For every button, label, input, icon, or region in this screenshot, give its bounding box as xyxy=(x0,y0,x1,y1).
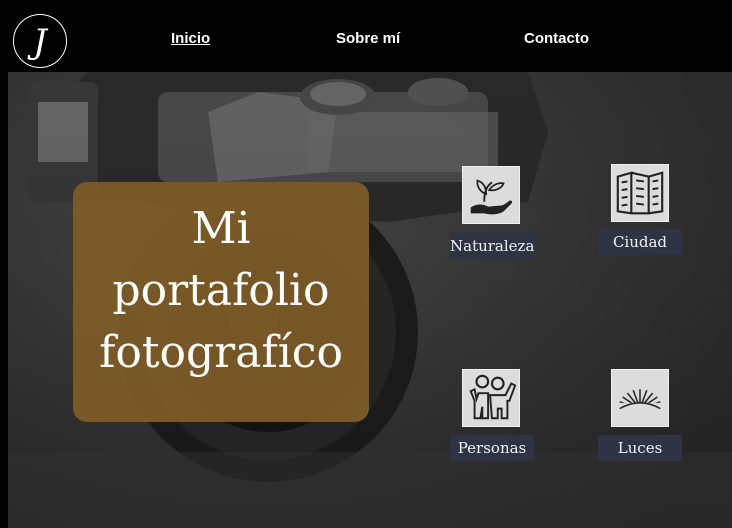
category-label-luces[interactable]: Luces xyxy=(598,435,682,461)
top-navigation-bar: J Inicio Sobre mí Contacto xyxy=(0,0,732,72)
nav-link-inicio[interactable]: Inicio xyxy=(171,30,210,47)
light-rays-icon[interactable] xyxy=(611,369,669,427)
title-line-1: Mi xyxy=(191,203,251,254)
category-label-naturaleza[interactable]: Naturaleza xyxy=(450,233,534,259)
building-icon[interactable] xyxy=(611,164,669,222)
people-icon[interactable] xyxy=(462,369,520,427)
nav-link-contacto[interactable]: Contacto xyxy=(524,30,589,47)
title-line-3: fotografíco xyxy=(99,327,343,378)
title-line-2: portafolio xyxy=(112,265,330,316)
plant-hand-icon[interactable] xyxy=(462,166,520,224)
category-label-ciudad[interactable]: Ciudad xyxy=(598,229,682,255)
logo[interactable]: J xyxy=(13,14,67,68)
portfolio-title-card: Mi portafolio fotografíco xyxy=(73,182,369,422)
nav-link-sobre-mi[interactable]: Sobre mí xyxy=(336,30,400,47)
logo-letter: J xyxy=(33,22,47,62)
category-label-personas[interactable]: Personas xyxy=(450,435,534,461)
